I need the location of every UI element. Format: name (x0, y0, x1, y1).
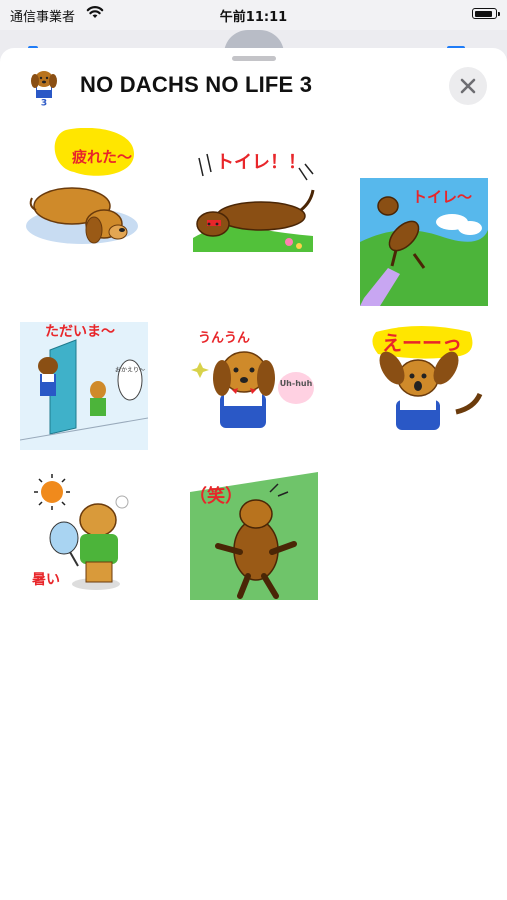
app-icon-badge: 3 (41, 99, 47, 107)
toilet-running-dog-sticker-icon: トイレ〜 (360, 178, 488, 306)
sticker-caption: うんうん (198, 331, 250, 346)
status-time: 午前11:11 (219, 10, 288, 25)
toilet-dog-sticker-icon: トイレ！！ (193, 152, 315, 252)
sheet-title: NO DACHS NO LIFE 3 (80, 72, 313, 97)
tired-dog-sticker-icon: 疲れた〜 (26, 128, 138, 244)
sticker-caption: ただいま〜 (45, 324, 115, 340)
close-icon (460, 78, 476, 94)
close-button[interactable] (449, 67, 487, 105)
nodding-dog-sticker-icon: Uh-huh うんうん (191, 331, 314, 428)
sticker-im-home[interactable]: おかえり〜 ただいま〜 (20, 322, 148, 450)
sticker-caption: （笑） (190, 485, 243, 507)
sticker-toilet[interactable]: トイレ！！ (189, 128, 317, 256)
surprised-dog-sticker-icon: えーーっ (372, 326, 483, 430)
sticker-surprised[interactable]: えーーっ (360, 322, 488, 450)
sticker-tired[interactable]: 疲れた〜 (22, 128, 150, 256)
laughing-dog-sticker-icon: （笑） (190, 472, 318, 600)
sticker-caption: 暑い (32, 572, 60, 588)
sticker-sheet: 3 NO DACHS NO LIFE 3 疲れた〜 トイレ！！ トイレ〜 おかえ… (0, 48, 507, 900)
sheet-grabber[interactable] (232, 56, 276, 61)
sticker-caption: トイレ〜 (412, 188, 472, 206)
app-icon: 3 (31, 71, 57, 107)
battery-icon (472, 8, 500, 19)
hot-dog-sticker-icon: 暑い (32, 474, 129, 590)
sticker-speech: Uh-huh (280, 379, 313, 388)
sticker-nodding[interactable]: Uh-huh うんうん (190, 322, 318, 450)
sticker-hot[interactable]: 暑い (22, 472, 150, 600)
sticker-caption: 疲れた〜 (72, 148, 132, 166)
sticker-laughing[interactable]: （笑） (190, 472, 318, 600)
status-bar: 通信事業者 午前11:11 (0, 0, 507, 30)
sticker-speech: おかえり〜 (115, 367, 145, 374)
sticker-caption: トイレ！！ (216, 152, 306, 173)
sticker-toilet-running[interactable]: トイレ〜 (360, 178, 488, 306)
sticker-caption: えーーっ (382, 331, 462, 355)
im-home-dog-sticker-icon: おかえり〜 ただいま〜 (20, 322, 148, 450)
